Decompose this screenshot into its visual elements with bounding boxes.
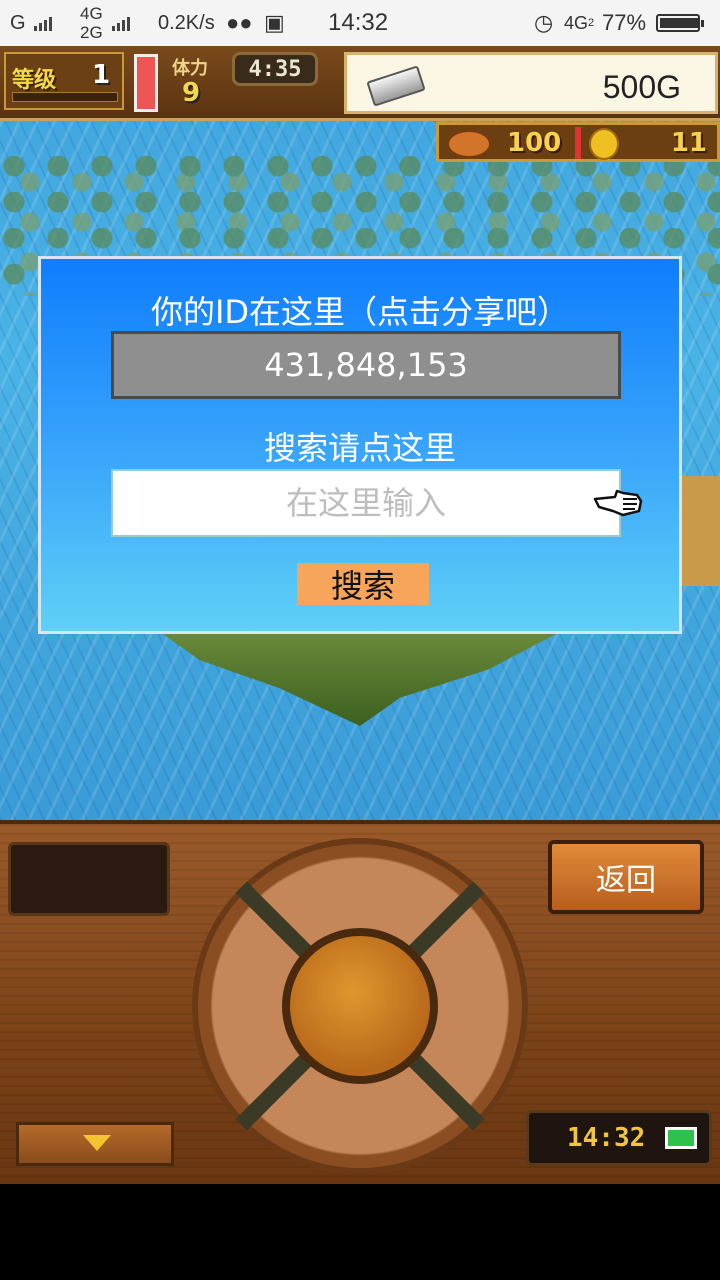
screenshot-icon: ▣ [264, 10, 285, 35]
health-bar [134, 54, 158, 112]
network-4g: 4G [80, 4, 103, 23]
network-right-sub: 2 [588, 17, 595, 29]
silver-bar-icon [366, 65, 426, 107]
signal-icon-2 [108, 0, 130, 46]
search-button[interactable]: 搜索 [297, 563, 429, 605]
search-label: 搜索请点这里 [263, 429, 456, 467]
network-right-label: 4G [564, 12, 589, 33]
status-time: 14:32 [328, 9, 389, 36]
network-type: 4G 2G [80, 2, 103, 44]
coin-icon [589, 128, 619, 160]
alarm-icon: ◷ [534, 10, 554, 35]
level-box: 等级 1 [4, 52, 124, 110]
food-icon [447, 130, 491, 158]
id-search-dialog: 你的ID在这里（点击分享吧） 431,848,153 搜索请点这里 搜索 [38, 256, 682, 634]
island-land [160, 632, 560, 726]
gold-value: 500G [602, 69, 681, 105]
level-progress [12, 92, 118, 102]
game-view[interactable]: 等级 1 体力 9 4:35 500G 100 11 你的ID在这里（点击分享吧… [0, 46, 720, 820]
control-panel: 返回 14:32 [0, 820, 720, 1184]
id-display[interactable]: 431,848,153 [111, 331, 621, 399]
wechat-icon: ●● [226, 10, 253, 35]
pointing-hand-icon [593, 489, 643, 517]
back-button[interactable]: 返回 [548, 840, 704, 914]
status-bar: G 4G 2G 0.2K/s ●● ▣ 14:32 ◷ 4G 2 77% [0, 0, 720, 46]
clock-value: 14:32 [567, 1123, 646, 1153]
stamina-box: 体力 9 [168, 54, 230, 110]
resource-bar: 100 11 [436, 122, 720, 162]
coin-value: 11 [670, 128, 707, 158]
arrow-down-icon [83, 1135, 111, 1151]
dialog-title: 你的ID在这里（点击分享吧） [150, 293, 570, 331]
signal-icon [30, 0, 52, 46]
top-hud: 等级 1 体力 9 4:35 500G [0, 46, 720, 121]
carrier-label: G [10, 11, 26, 34]
network-right: 4G 2 [564, 0, 594, 46]
battery-icon [656, 0, 704, 46]
menu-toggle-button[interactable] [16, 1122, 174, 1166]
mini-screen [8, 842, 170, 916]
network-2g: 2G [80, 23, 103, 42]
dpad-center-button[interactable] [282, 928, 438, 1084]
divider [575, 127, 581, 159]
level-label: 等级 [12, 68, 57, 93]
food-value: 100 [507, 128, 562, 158]
battery-percent: 77% [602, 10, 647, 35]
timer: 4:35 [232, 52, 318, 86]
search-input[interactable] [111, 469, 621, 537]
dock [680, 476, 720, 586]
clock-display: 14:32 [526, 1110, 712, 1166]
level-value: 1 [92, 60, 111, 90]
stamina-label: 体力 [172, 58, 208, 79]
gold-box[interactable]: 500G [344, 52, 718, 114]
network-speed: 0.2K/s [158, 11, 215, 34]
battery-fill [660, 18, 698, 28]
battery-icon [665, 1127, 697, 1149]
dpad[interactable] [192, 838, 528, 1174]
stamina-value: 9 [182, 78, 201, 108]
